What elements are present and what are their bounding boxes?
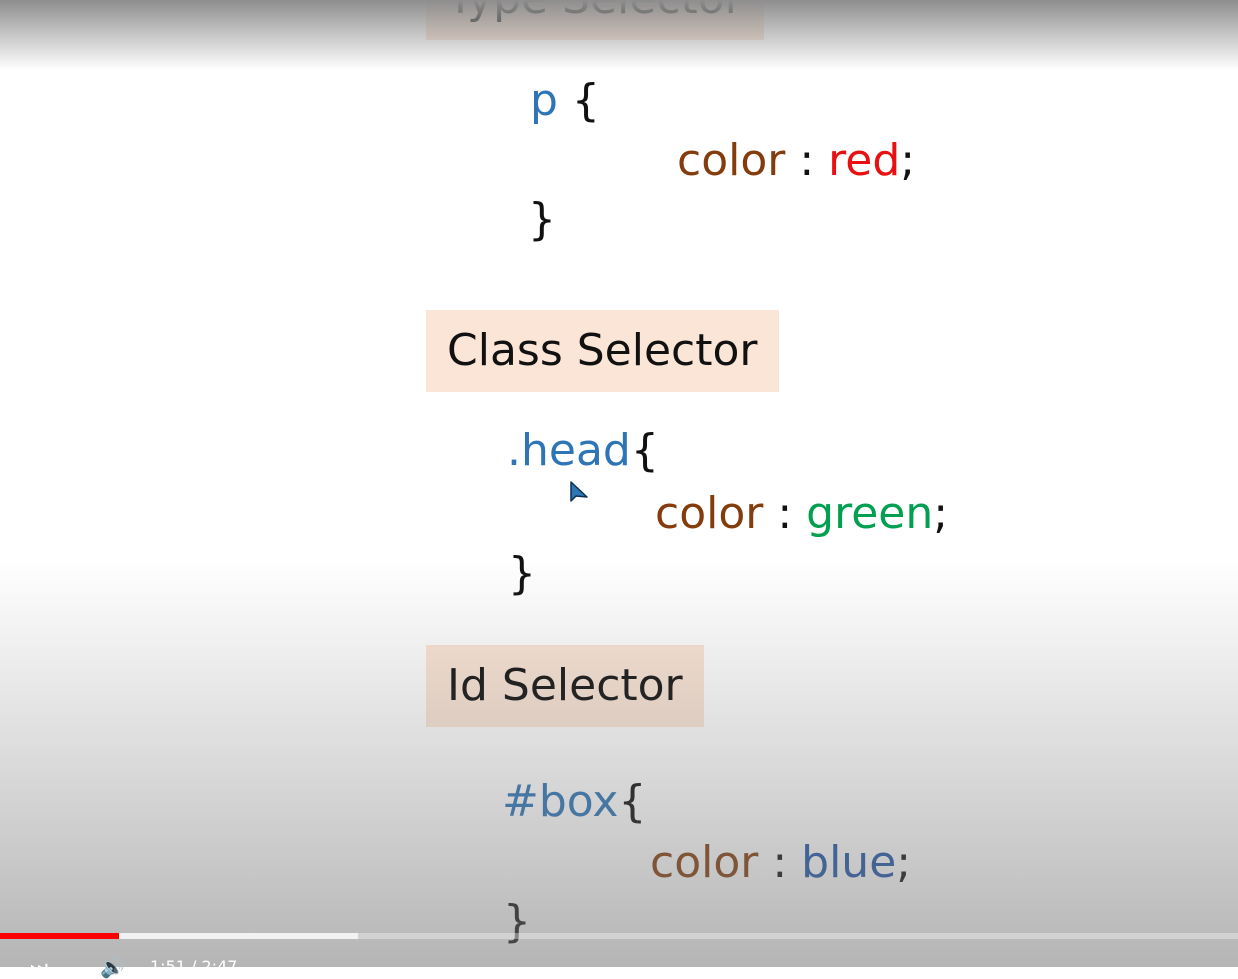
- close-brace: }: [528, 194, 556, 245]
- property-name: color: [677, 135, 786, 186]
- time-display: 1:51 / 2:47: [150, 957, 238, 976]
- heading-class-selector: Class Selector: [426, 310, 779, 392]
- player-controls: ⏭ 🔊 1:51 / 2:47: [0, 939, 1238, 977]
- semicolon: ;: [896, 837, 912, 888]
- semicolon: ;: [933, 488, 949, 539]
- class-rule-selector-line: .head{: [507, 429, 659, 473]
- close-brace: }: [508, 548, 536, 599]
- heading-id-selector: Id Selector: [426, 645, 704, 727]
- type-rule-selector-line: p {: [530, 79, 600, 123]
- semicolon: ;: [900, 135, 916, 186]
- colon: :: [758, 837, 802, 888]
- class-rule-declaration: color : green;: [655, 492, 948, 536]
- property-name: color: [650, 837, 759, 888]
- video-frame[interactable]: Type Selector p { color : red; } Class S…: [0, 0, 1238, 967]
- class-selector: .head: [507, 425, 631, 476]
- id-rule-declaration: color : blue;: [650, 841, 911, 885]
- id-rule-selector-line: #box{: [502, 780, 646, 824]
- volume-icon[interactable]: 🔊: [100, 957, 125, 977]
- heading-type-selector: Type Selector: [426, 0, 764, 40]
- mouse-pointer-icon: [570, 481, 588, 502]
- colon: :: [785, 135, 829, 186]
- open-brace: {: [557, 75, 600, 126]
- property-value: blue: [801, 837, 897, 888]
- next-icon[interactable]: ⏭: [30, 957, 48, 977]
- type-selector: p: [530, 75, 558, 126]
- open-brace: {: [618, 776, 647, 827]
- type-rule-declaration: color : red;: [677, 139, 915, 183]
- id-selector: #box: [502, 776, 619, 827]
- property-name: color: [655, 488, 764, 539]
- colon: :: [763, 488, 807, 539]
- open-brace: {: [630, 425, 659, 476]
- property-value: red: [828, 135, 901, 186]
- property-value: green: [806, 488, 934, 539]
